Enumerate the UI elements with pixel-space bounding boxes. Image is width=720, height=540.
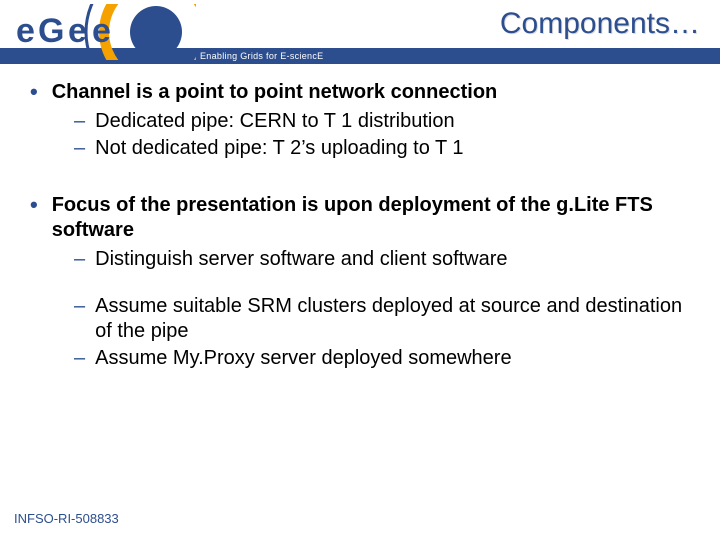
bullet-text: Focus of the presentation is upon deploy… — [52, 193, 690, 243]
dash-marker-icon: – — [74, 247, 85, 272]
slide: Components… Enabling Grids for E-sciencE… — [0, 0, 720, 540]
footer-reference: INFSO-RI-508833 — [14, 511, 119, 526]
bullet-text: Distinguish server software and client s… — [95, 247, 507, 272]
svg-text:e: e — [92, 12, 111, 50]
slide-header: Components… Enabling Grids for E-sciencE… — [0, 0, 720, 64]
bullet-level1: • Focus of the presentation is upon depl… — [30, 193, 690, 243]
bullet-text: Assume suitable SRM clusters deployed at… — [95, 294, 690, 344]
svg-text:G: G — [38, 12, 64, 50]
slide-title: Components… — [500, 7, 700, 41]
bullet-text: Dedicated pipe: CERN to T 1 distribution — [95, 109, 454, 134]
bullet-level2: – Not dedicated pipe: T 2’s uploading to… — [74, 136, 690, 161]
bullet-text: Assume My.Proxy server deployed somewher… — [95, 346, 511, 371]
bullet-level2: – Assume suitable SRM clusters deployed … — [74, 294, 690, 344]
slide-footer: INFSO-RI-508833 — [14, 511, 119, 526]
bullet-marker-icon: • — [30, 80, 38, 105]
dash-marker-icon: – — [74, 109, 85, 134]
spacer — [30, 163, 690, 193]
bullet-text: Channel is a point to point network conn… — [52, 80, 498, 105]
bullet-level1: • Channel is a point to point network co… — [30, 80, 690, 105]
spacer — [30, 274, 690, 294]
dash-marker-icon: – — [74, 346, 85, 371]
slide-subtitle: Enabling Grids for E-sciencE — [200, 51, 323, 61]
dash-marker-icon: – — [74, 136, 85, 161]
dash-marker-icon: – — [74, 294, 85, 344]
logo-container: e G e e — [6, 0, 196, 64]
bullet-level2: – Distinguish server software and client… — [74, 247, 690, 272]
bullet-marker-icon: • — [30, 193, 38, 243]
svg-text:e: e — [16, 12, 35, 50]
bullet-level2: – Assume My.Proxy server deployed somewh… — [74, 346, 690, 371]
slide-body: • Channel is a point to point network co… — [30, 80, 690, 373]
svg-text:e: e — [68, 12, 87, 50]
bullet-level2: – Dedicated pipe: CERN to T 1 distributi… — [74, 109, 690, 134]
bullet-text: Not dedicated pipe: T 2’s uploading to T… — [95, 136, 463, 161]
egee-logo-icon: e G e e — [6, 4, 196, 60]
